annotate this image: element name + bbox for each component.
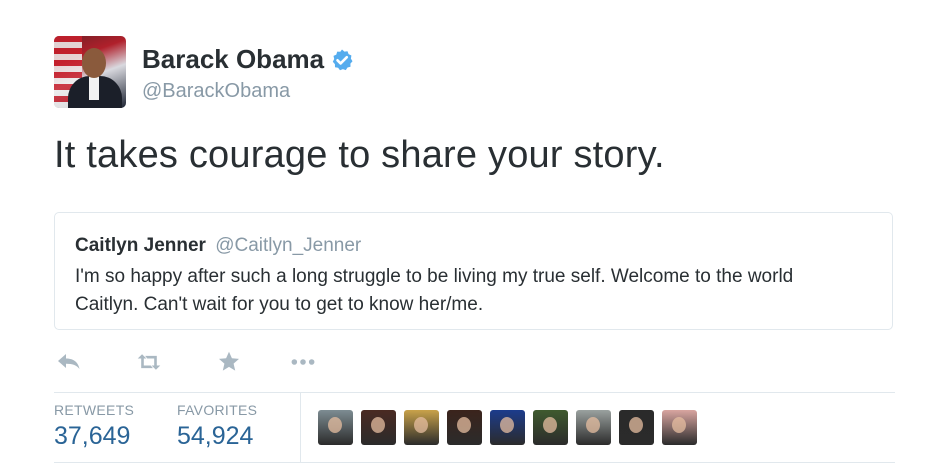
favorite-icon[interactable]: [216, 349, 242, 375]
favoriter-avatar[interactable]: [533, 410, 568, 445]
retweets-count: 37,649: [54, 422, 131, 450]
user-handle[interactable]: @BarackObama: [142, 80, 290, 103]
quoted-tweet[interactable]: Caitlyn Jenner @Caitlyn_Jenner I'm so ha…: [54, 212, 893, 330]
favorites-count: 54,924: [177, 422, 254, 450]
favoriter-avatar[interactable]: [447, 410, 482, 445]
favoriter-avatar[interactable]: [662, 410, 697, 445]
favoriter-avatar[interactable]: [318, 410, 353, 445]
tweet-actions: [56, 349, 316, 375]
user-avatar[interactable]: [54, 36, 126, 108]
favoriter-avatar[interactable]: [361, 410, 396, 445]
favorites-label: FAVORITES: [177, 402, 258, 418]
user-name[interactable]: Barack Obama: [142, 44, 324, 75]
verified-badge-icon: [330, 48, 354, 72]
favoriter-avatar[interactable]: [576, 410, 611, 445]
favoriter-avatar[interactable]: [619, 410, 654, 445]
retweets-label: RETWEETS: [54, 402, 135, 418]
stats-divider-top: [54, 392, 895, 393]
quoted-tweet-name: Caitlyn Jenner: [75, 235, 206, 256]
retweets-stat[interactable]: RETWEETS 37,649: [54, 402, 134, 451]
favorites-stat[interactable]: FAVORITES 54,924: [177, 402, 257, 451]
retweet-icon[interactable]: [136, 349, 162, 375]
quoted-tweet-text: I'm so happy after such a long struggle …: [75, 266, 794, 315]
favoriter-avatar[interactable]: [404, 410, 439, 445]
favoriter-avatar[interactable]: [490, 410, 525, 445]
stats-divider-bottom: [54, 462, 895, 463]
quoted-tweet-author: Caitlyn Jenner @Caitlyn_Jenner: [75, 235, 361, 257]
more-icon[interactable]: [290, 349, 316, 375]
avatar-face: [82, 48, 106, 78]
tweet-text: It takes courage to share your story.: [54, 134, 665, 176]
stats-divider-vertical: [300, 393, 301, 462]
favoriters-avatars: [318, 410, 705, 445]
avatar-shirt: [89, 76, 99, 100]
reply-icon[interactable]: [56, 349, 82, 375]
user-name-row[interactable]: Barack Obama: [142, 44, 354, 75]
quoted-tweet-handle: @Caitlyn_Jenner: [215, 235, 362, 256]
